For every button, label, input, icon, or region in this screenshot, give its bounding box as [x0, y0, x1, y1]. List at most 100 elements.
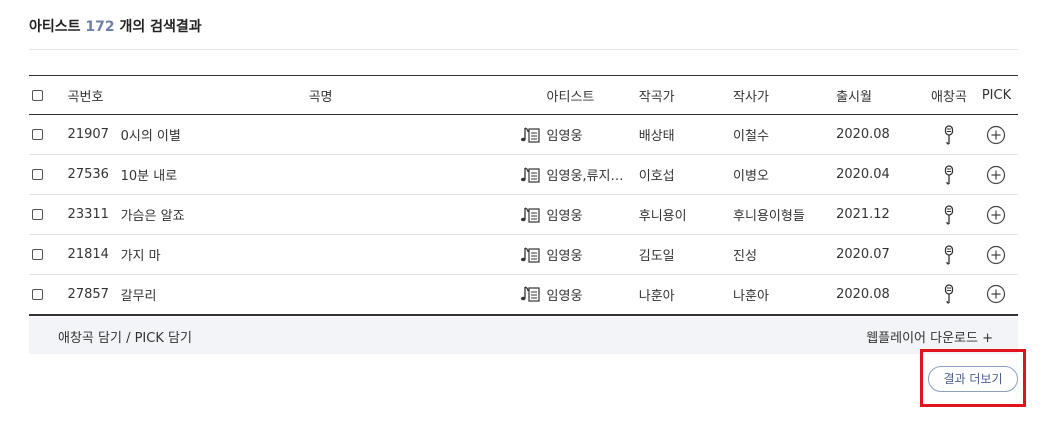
- song-title[interactable]: 가슴은 알죠: [119, 195, 520, 235]
- release-date: 2020.07: [836, 247, 890, 262]
- plus-circle-icon[interactable]: [986, 165, 1006, 185]
- lyrics-cell: [520, 235, 547, 275]
- microphone-icon[interactable]: [942, 284, 956, 304]
- lyrics-note-icon[interactable]: [520, 285, 540, 303]
- lyricist: 후니용이형들: [733, 209, 805, 224]
- favorite-cell: [923, 275, 975, 315]
- composer: 배상태: [638, 129, 675, 144]
- song-number: 27857: [67, 286, 109, 302]
- table-row: 27857 갈무리 임영웅 나훈아 나훈아 2020.08: [29, 275, 1018, 315]
- select-all-checkbox[interactable]: [32, 89, 43, 101]
- artist-cell: 임영웅: [547, 235, 639, 275]
- favorite-cell: [923, 115, 975, 155]
- microphone-icon[interactable]: [942, 124, 956, 145]
- col-composer: 작곡가: [638, 89, 675, 105]
- more-results-button[interactable]: 결과 더보기: [928, 366, 1018, 392]
- lyrics-note-icon[interactable]: [520, 126, 540, 144]
- row-select-cell: [29, 155, 60, 195]
- lyrics-note-icon[interactable]: [520, 246, 540, 264]
- lyricist: 진성: [733, 249, 757, 264]
- lyrics-cell: [520, 275, 547, 315]
- microphone-icon[interactable]: [942, 164, 956, 185]
- microphone-icon[interactable]: [942, 204, 956, 225]
- row-select-cell: [29, 195, 60, 235]
- plus-circle-icon[interactable]: [986, 245, 1006, 265]
- release-date: 2020.08: [836, 286, 890, 302]
- col-lyricist: 작사가: [733, 89, 769, 105]
- heading-suffix: 개의 검색결과: [119, 19, 202, 35]
- lyricist: 나훈아: [733, 288, 769, 304]
- col-number: 곡번호: [67, 89, 104, 105]
- lyrics-note-icon[interactable]: [520, 166, 540, 184]
- row-checkbox[interactable]: [32, 249, 43, 260]
- pick-cell: [975, 275, 1018, 315]
- artist-cell: 임영웅: [547, 275, 639, 315]
- table-header-row: 곡번호 곡명 아티스트 작곡가 작사가 출시월 애창곡 PICK: [29, 75, 1018, 115]
- microphone-icon[interactable]: [942, 244, 956, 265]
- col-favorite: 애창곡: [931, 89, 967, 105]
- lyrics-cell: [520, 195, 547, 235]
- artist-name[interactable]: 임영웅: [547, 285, 583, 304]
- row-checkbox[interactable]: [32, 209, 43, 220]
- row-checkbox[interactable]: [32, 169, 43, 180]
- release-date: 2021.12: [836, 207, 890, 222]
- song-number: 27536: [67, 167, 109, 182]
- artist-name[interactable]: 임영웅: [547, 205, 583, 224]
- pick-cell: [975, 115, 1018, 155]
- search-results-page: 아티스트 172 개의 검색결과 곡번호 곡명 아티스트 작곡가 작사가 출시월…: [0, 0, 1062, 444]
- col-pick: PICK: [981, 87, 1012, 103]
- row-select-cell: [29, 235, 60, 275]
- composer: 나훈아: [638, 288, 675, 304]
- row-select-cell: [29, 275, 60, 315]
- add-to-favorites-pick-button[interactable]: 애창곡 담기 / PICK 담기: [58, 327, 192, 346]
- pick-cell: [975, 235, 1018, 275]
- col-lyrics: [520, 76, 547, 115]
- row-checkbox[interactable]: [32, 129, 43, 140]
- song-title[interactable]: 10분 내로: [119, 155, 520, 195]
- table-row: 23311 가슴은 알죠 임영웅 후니용이 후니용이형들 2021.12: [29, 195, 1018, 235]
- result-count: 172: [85, 19, 115, 35]
- pick-cell: [975, 195, 1018, 235]
- row-select-cell: [29, 115, 60, 155]
- composer: 이호섭: [638, 169, 675, 184]
- plus-circle-icon[interactable]: [986, 284, 1006, 304]
- col-release: 출시월: [836, 89, 872, 105]
- pick-cell: [975, 155, 1018, 195]
- artist-name[interactable]: 임영웅: [547, 125, 583, 144]
- lyricist: 이철수: [733, 129, 769, 144]
- action-bar: 애창곡 담기 / PICK 담기 웹플레이어 다운로드 +: [29, 317, 1018, 354]
- webplayer-download-link[interactable]: 웹플레이어 다운로드 +: [866, 327, 993, 346]
- artist-name[interactable]: 임영웅: [547, 245, 583, 264]
- song-number: 23311: [67, 207, 109, 222]
- heading-prefix: 아티스트: [29, 19, 81, 35]
- artist-cell: 임영웅: [547, 195, 639, 235]
- song-title[interactable]: 0시의 이별: [119, 115, 520, 155]
- lyricist: 이병오: [733, 169, 769, 184]
- song-title[interactable]: 갈무리: [119, 275, 520, 315]
- artist-cell: 임영웅,류지…: [547, 155, 639, 195]
- song-number: 21907: [67, 127, 109, 142]
- table-row: 21907 0시의 이별 임영웅 배상태 이철수 2020.08: [29, 115, 1018, 155]
- lyrics-cell: [520, 115, 547, 155]
- row-checkbox[interactable]: [32, 288, 43, 300]
- favorite-cell: [923, 155, 975, 195]
- favorite-cell: [923, 195, 975, 235]
- composer: 김도일: [638, 249, 675, 264]
- release-date: 2020.08: [836, 127, 890, 142]
- select-all-cell: [29, 76, 60, 115]
- favorite-cell: [923, 235, 975, 275]
- table-row: 21814 가지 마 임영웅 김도일 진성 2020.07: [29, 235, 1018, 275]
- lyrics-note-icon[interactable]: [520, 206, 540, 224]
- artist-cell: 임영웅: [547, 115, 639, 155]
- artist-name[interactable]: 임영웅,류지…: [547, 165, 624, 184]
- song-title[interactable]: 가지 마: [119, 235, 520, 275]
- col-artist: 아티스트: [546, 89, 595, 105]
- composer: 후니용이: [638, 209, 687, 224]
- release-date: 2020.04: [836, 167, 890, 182]
- plus-circle-icon[interactable]: [986, 205, 1006, 225]
- table-row: 27536 10분 내로 임영웅,류지… 이호섭 이병오 2020.04: [29, 155, 1018, 195]
- plus-circle-icon[interactable]: [986, 125, 1006, 145]
- song-number: 21814: [67, 247, 109, 262]
- results-heading: 아티스트 172 개의 검색결과: [29, 14, 1018, 50]
- results-table: 곡번호 곡명 아티스트 작곡가 작사가 출시월 애창곡 PICK 21907 0…: [29, 75, 1018, 316]
